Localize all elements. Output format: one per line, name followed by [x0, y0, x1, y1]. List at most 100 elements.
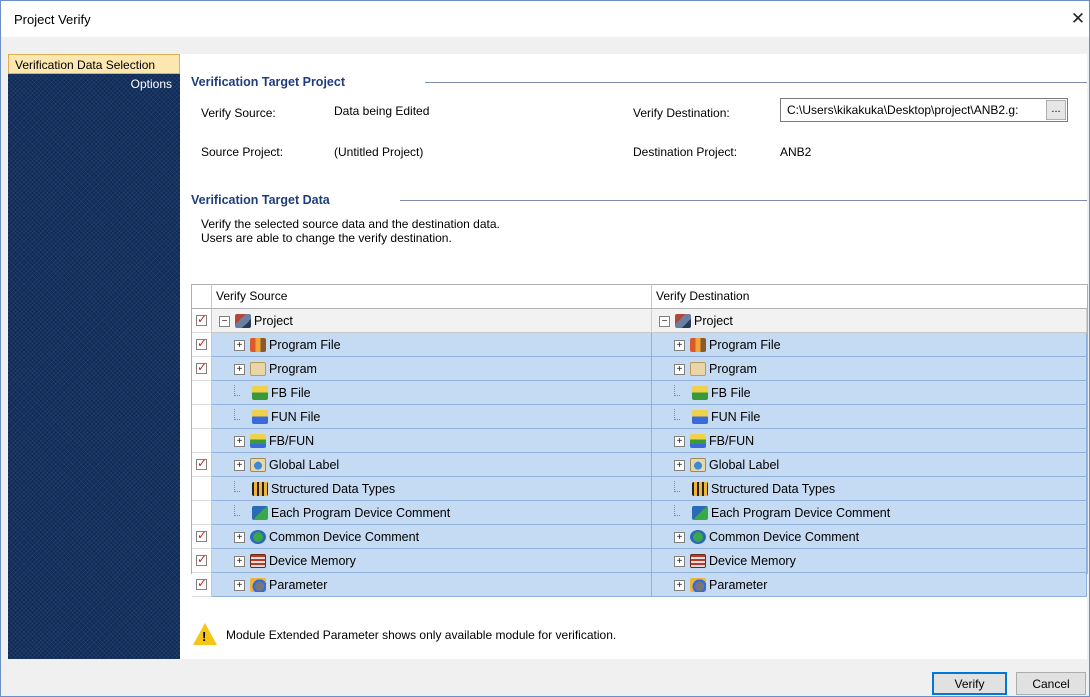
expand-icon[interactable]: +: [234, 435, 245, 447]
table-row[interactable]: ✓ + Program + Program: [192, 357, 1087, 381]
tree-node[interactable]: Structured Data Types: [234, 477, 395, 501]
tree-node[interactable]: FUN File: [234, 405, 320, 429]
description-line-1: Verify the selected source data and the …: [201, 217, 500, 231]
expand-icon[interactable]: +: [674, 531, 685, 543]
cancel-button[interactable]: Cancel: [1016, 672, 1086, 695]
fb-fun-icon: [250, 434, 266, 448]
info-message: Module Extended Parameter shows only ava…: [226, 628, 617, 642]
table-row[interactable]: FUN File FUN File: [192, 405, 1087, 429]
expand-icon[interactable]: +: [234, 363, 245, 375]
project-icon: [235, 314, 251, 328]
section-divider: [400, 200, 1087, 201]
table-row[interactable]: FB File FB File: [192, 381, 1087, 405]
sidebar: Verification Data Selection Options: [8, 54, 180, 659]
checkmark-icon: ✓: [197, 336, 208, 350]
tree-node[interactable]: + Device Memory: [234, 549, 356, 573]
expand-icon[interactable]: +: [674, 579, 685, 591]
row-checkbox[interactable]: ✓: [196, 552, 208, 566]
project-verify-dialog: Project Verify ✕ Verification Data Selec…: [0, 0, 1090, 697]
tree-node[interactable]: + FB/FUN: [234, 429, 314, 453]
expand-icon[interactable]: +: [234, 459, 245, 471]
table-row[interactable]: ✓ + Global Label + Global Label: [192, 453, 1087, 477]
tree-node[interactable]: + Program: [234, 357, 317, 381]
collapse-icon[interactable]: −: [219, 315, 230, 327]
program-file-icon: [250, 338, 266, 352]
tree-node[interactable]: + Program File: [674, 333, 781, 357]
verify-source-value: Data being Edited: [334, 104, 430, 118]
expand-icon[interactable]: +: [234, 531, 245, 543]
row-check-cell: ✓: [192, 549, 212, 573]
table-row[interactable]: ✓ + Parameter + Parameter: [192, 573, 1087, 597]
checkmark-icon: ✓: [197, 552, 208, 566]
source-cell: + Parameter: [212, 573, 652, 597]
close-icon[interactable]: ✕: [1067, 1, 1089, 37]
destination-cell: + Common Device Comment: [652, 525, 1087, 549]
expand-icon[interactable]: +: [234, 579, 245, 591]
collapse-icon[interactable]: −: [659, 315, 670, 327]
table-row[interactable]: Structured Data Types Structured Data Typ…: [192, 477, 1087, 501]
source-cell: + Program File: [212, 333, 652, 357]
expand-icon[interactable]: +: [234, 339, 245, 351]
row-check-cell: [192, 405, 212, 429]
program-icon: [690, 362, 706, 376]
tree-node-label: FUN File: [711, 410, 761, 424]
tree-node[interactable]: + FB/FUN: [674, 429, 754, 453]
expand-icon[interactable]: +: [674, 435, 685, 447]
source-cell: − Project: [212, 309, 652, 333]
row-checkbox[interactable]: ✓: [196, 360, 207, 374]
tree-node[interactable]: FB File: [674, 381, 751, 405]
row-checkbox[interactable]: ✓: [196, 336, 208, 350]
browse-button[interactable]: ...: [1046, 100, 1066, 120]
tree-node[interactable]: + Program: [674, 357, 757, 381]
global-label-icon: [690, 458, 706, 472]
destination-cell: + Program: [652, 357, 1087, 381]
verify-destination-field[interactable]: C:\Users\kikakuka\Desktop\project\ANB2.g…: [780, 98, 1068, 122]
sidebar-item-verification-data-selection[interactable]: Verification Data Selection: [8, 54, 180, 74]
grid-header: Verify Source Verify Destination: [192, 285, 1087, 309]
checkmark-icon: ✓: [197, 576, 208, 590]
tree-node[interactable]: + Parameter: [234, 573, 327, 597]
tree-node[interactable]: + Global Label: [234, 453, 339, 477]
tree-node-label: Global Label: [709, 458, 780, 472]
tree-node[interactable]: Each Program Device Comment: [234, 501, 450, 525]
row-checkbox[interactable]: ✓: [196, 576, 208, 590]
tree-node-label: Structured Data Types: [271, 482, 396, 496]
tree-node-label: Each Program Device Comment: [271, 506, 451, 520]
table-row[interactable]: Each Program Device Comment Each Program …: [192, 501, 1087, 525]
tree-node[interactable]: − Project: [219, 309, 293, 333]
tree-node[interactable]: + Parameter: [674, 573, 767, 597]
table-row[interactable]: ✓ + Common Device Comment + Common Device Co…: [192, 525, 1087, 549]
tree-node[interactable]: + Program File: [234, 333, 341, 357]
sidebar-item-options[interactable]: Options: [8, 74, 180, 94]
verify-destination-path[interactable]: C:\Users\kikakuka\Desktop\project\ANB2.g…: [781, 103, 1046, 117]
destination-cell: + Device Memory: [652, 549, 1087, 573]
tree-node[interactable]: Each Program Device Comment: [674, 501, 890, 525]
tree-node[interactable]: FB File: [234, 381, 311, 405]
tree-node[interactable]: + Common Device Comment: [674, 525, 859, 549]
tree-node[interactable]: FUN File: [674, 405, 760, 429]
row-checkbox[interactable]: ✓: [196, 312, 207, 326]
tree-node[interactable]: + Global Label: [674, 453, 779, 477]
tree-node[interactable]: − Project: [659, 309, 733, 333]
table-row[interactable]: ✓ + Program File + Program File: [192, 333, 1087, 357]
global-label-icon: [250, 458, 266, 472]
expand-icon[interactable]: +: [674, 459, 685, 471]
row-checkbox[interactable]: ✓: [196, 456, 208, 470]
tree-node[interactable]: + Common Device Comment: [234, 525, 419, 549]
destination-cell: Each Program Device Comment: [652, 501, 1087, 525]
expand-icon[interactable]: +: [234, 555, 245, 567]
table-row[interactable]: + FB/FUN + FB/FUN: [192, 429, 1087, 453]
verify-button[interactable]: Verify: [932, 672, 1007, 695]
expand-icon[interactable]: +: [674, 363, 685, 375]
tree-node-label: Common Device Comment: [709, 530, 860, 544]
tree-node[interactable]: + Device Memory: [674, 549, 796, 573]
table-row[interactable]: ✓ + Device Memory + Device Memory: [192, 549, 1087, 573]
tree-node[interactable]: Structured Data Types: [674, 477, 835, 501]
expand-icon[interactable]: +: [674, 339, 685, 351]
fb-file-icon: [692, 386, 708, 400]
checkmark-icon: ✓: [197, 456, 208, 470]
row-checkbox[interactable]: ✓: [196, 528, 207, 542]
description-line-2: Users are able to change the verify dest…: [201, 231, 452, 245]
table-row[interactable]: ✓ − Project − Project: [192, 309, 1087, 333]
expand-icon[interactable]: +: [674, 555, 685, 567]
